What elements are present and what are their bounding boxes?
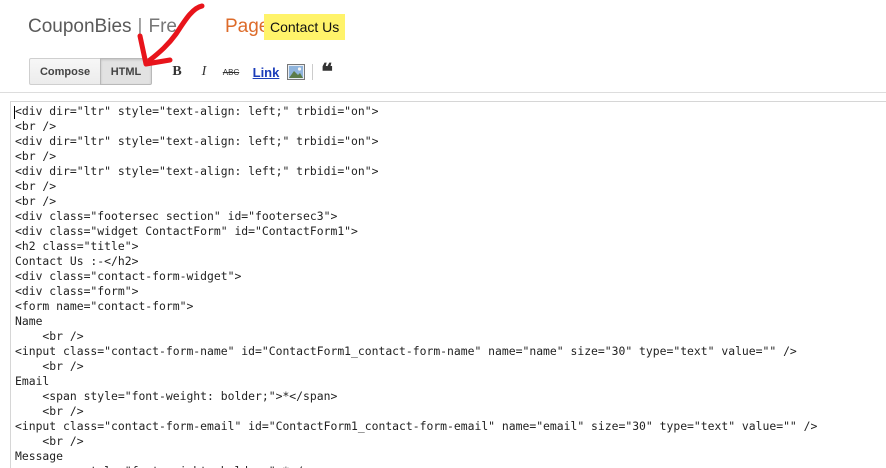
html-mode-button[interactable]: HTML	[100, 58, 152, 85]
strikethrough-button[interactable]: ABC	[220, 62, 242, 82]
code-line: <div class="footersec section" id="foote…	[15, 209, 338, 223]
code-line: <br />	[15, 404, 84, 418]
insert-image-button[interactable]	[286, 62, 306, 82]
image-icon	[287, 64, 305, 80]
code-line: <span style="font-weight: bolder;">*</sp…	[15, 464, 337, 468]
compose-mode-button[interactable]: Compose	[29, 58, 101, 85]
code-line: <h2 class="title">	[15, 239, 139, 253]
code-line: Message	[15, 449, 64, 463]
quote-button[interactable]: ❝	[318, 61, 336, 83]
code-line: <div dir="ltr" style="text-align: left;"…	[15, 104, 379, 118]
code-line: <div class="form">	[15, 284, 139, 298]
code-line: <div dir="ltr" style="text-align: left;"…	[15, 134, 379, 148]
code-line: <br />	[15, 329, 84, 343]
html-code-editor[interactable]: <div dir="ltr" style="text-align: left;"…	[10, 101, 886, 468]
code-line: <br />	[15, 359, 84, 373]
breadcrumb-separator: |	[137, 16, 143, 37]
html-source[interactable]: <div dir="ltr" style="text-align: left;"…	[15, 104, 817, 468]
code-line: <br />	[15, 179, 57, 193]
code-line: Contact Us :-</h2>	[15, 254, 139, 268]
code-line: <br />	[15, 149, 57, 163]
code-line: Email	[15, 374, 50, 388]
code-line: Name	[15, 314, 43, 328]
code-line: <input class="contact-form-email" id="Co…	[15, 419, 818, 433]
code-line: <span style="font-weight: bolder;">*</sp…	[15, 389, 338, 403]
code-line: <input class="contact-form-name" id="Con…	[15, 344, 797, 358]
code-line: <div class="widget ContactForm" id="Cont…	[15, 224, 358, 238]
editor-toolbar: Compose HTML B I ABC Link ❝	[0, 52, 886, 93]
post-editor-header: CouponBies | Fre Page Contact Us	[0, 0, 886, 53]
toolbar-divider	[312, 64, 313, 80]
bold-button[interactable]: B	[168, 62, 186, 82]
link-button[interactable]: Link	[252, 62, 280, 82]
blog-name[interactable]: CouponBies	[28, 16, 132, 38]
page-type-label: Page	[224, 16, 270, 37]
blog-name-tail[interactable]: Fre	[148, 16, 177, 38]
code-line: <br />	[15, 119, 57, 133]
italic-button[interactable]: I	[196, 62, 212, 82]
code-line: <div class="contact-form-widget">	[15, 269, 242, 283]
code-line: <br />	[15, 194, 57, 208]
breadcrumb: CouponBies | Fre Page	[28, 16, 269, 38]
code-line: <div dir="ltr" style="text-align: left;"…	[15, 164, 379, 178]
code-line: <br />	[15, 434, 84, 448]
post-title-input[interactable]: Contact Us	[264, 14, 346, 40]
code-line: <form name="contact-form">	[15, 299, 194, 313]
